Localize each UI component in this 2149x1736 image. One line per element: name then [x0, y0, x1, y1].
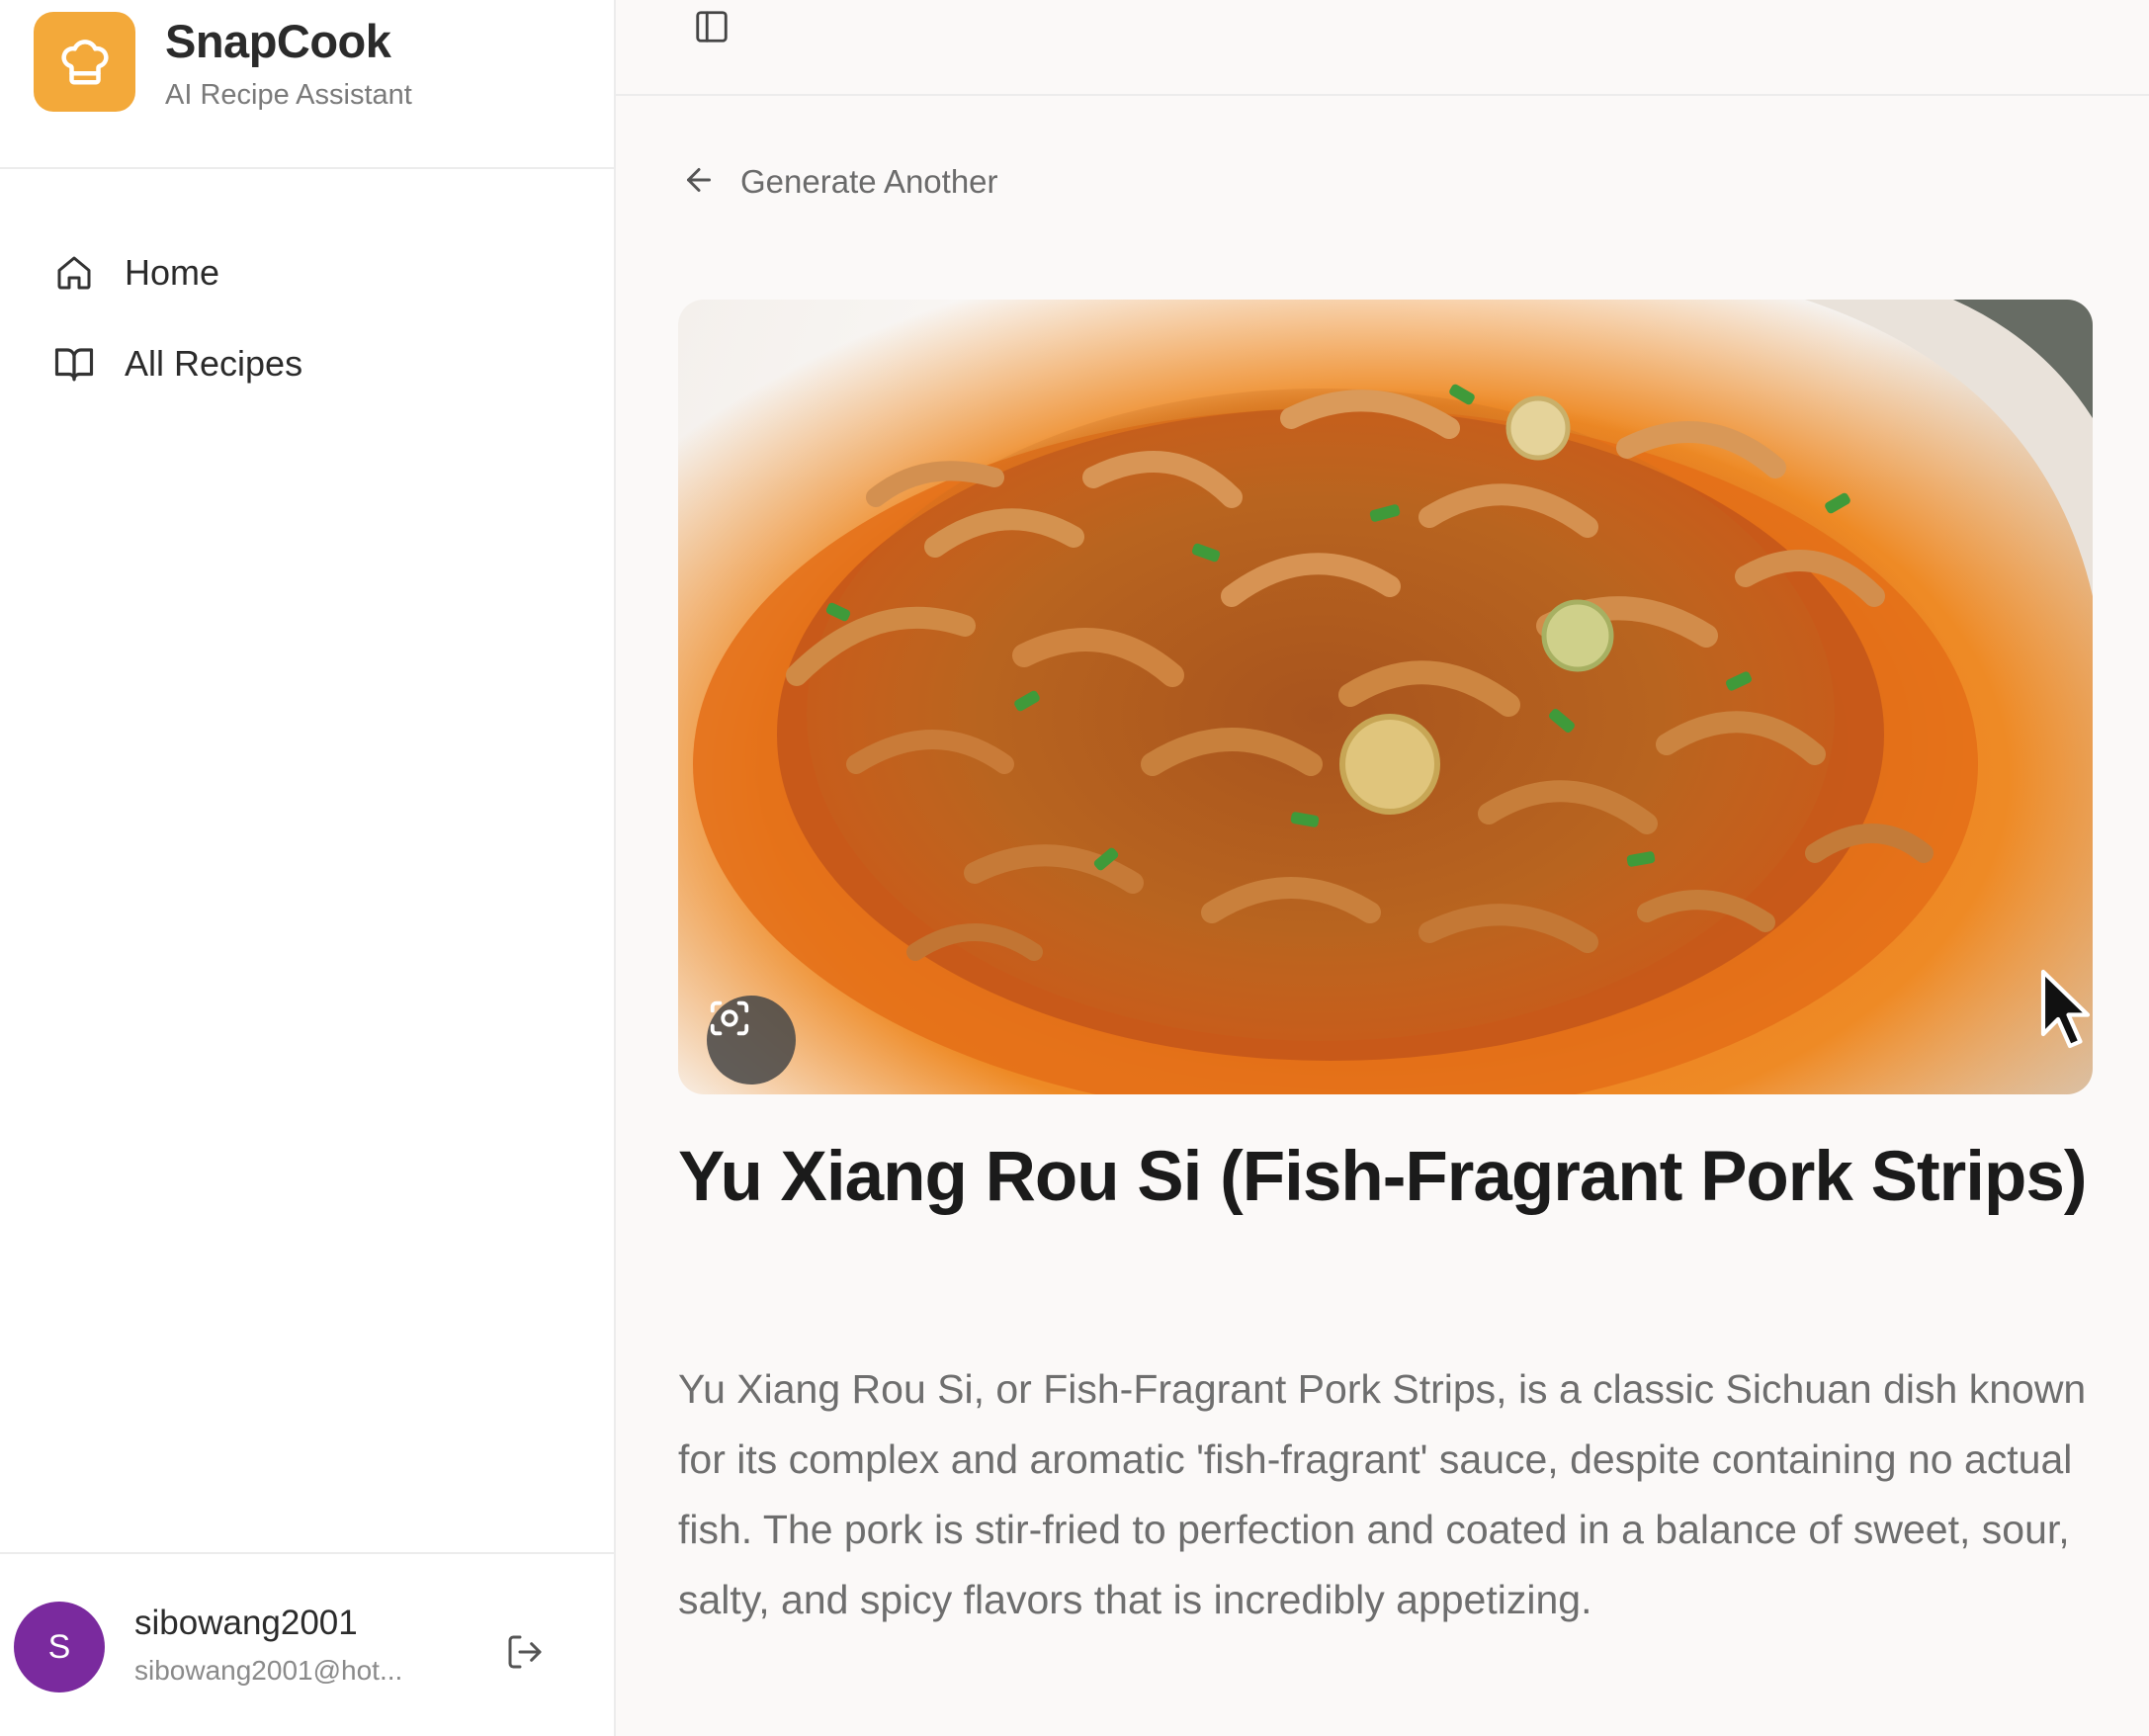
sidebar-item-all-recipes[interactable]: All Recipes: [0, 318, 614, 409]
sidebar-item-label: All Recipes: [125, 343, 303, 384]
arrow-left-icon: [681, 162, 717, 203]
sidebar-item-label: Home: [125, 252, 220, 293]
mouse-cursor-icon: [2040, 969, 2100, 1057]
generate-another-link[interactable]: Generate Another: [681, 156, 998, 208]
sidebar: SnapCook AI Recipe Assistant Home All Re…: [0, 0, 616, 1736]
recipe-description: Yu Xiang Rou Si, or Fish-Fragrant Pork S…: [678, 1366, 2087, 1622]
camera-switch-icon[interactable]: [707, 996, 796, 1085]
brand-header: SnapCook AI Recipe Assistant: [0, 0, 614, 169]
avatar[interactable]: S: [14, 1602, 105, 1693]
top-bar: [616, 0, 2149, 96]
recipe-image: [678, 300, 2093, 1094]
logout-icon[interactable]: [502, 1629, 548, 1675]
app-window: SnapCook AI Recipe Assistant Home All Re…: [0, 0, 2149, 1736]
home-icon: [53, 252, 95, 294]
app-tagline: AI Recipe Assistant: [165, 79, 412, 111]
main-content: Generate Another Yu Xiang Rou Si (Fish-F…: [616, 0, 2149, 1736]
sidebar-toggle-icon[interactable]: [691, 6, 732, 47]
app-name: SnapCook: [165, 15, 391, 67]
sidebar-nav: Home All Recipes: [0, 227, 614, 409]
user-email: sibowang2001@hot...: [134, 1655, 403, 1686]
sidebar-item-home[interactable]: Home: [0, 227, 614, 318]
recipe-title: Yu Xiang Rou Si (Fish-Fragrant Pork Stri…: [678, 1138, 2088, 1216]
chef-hat-icon[interactable]: [34, 12, 135, 112]
book-icon: [53, 343, 95, 385]
generate-another-label: Generate Another: [740, 163, 998, 200]
user-panel: S sibowang2001 sibowang2001@hot...: [0, 1552, 614, 1736]
user-name: sibowang2001: [134, 1604, 358, 1642]
dish-illustration: [693, 300, 2093, 1094]
